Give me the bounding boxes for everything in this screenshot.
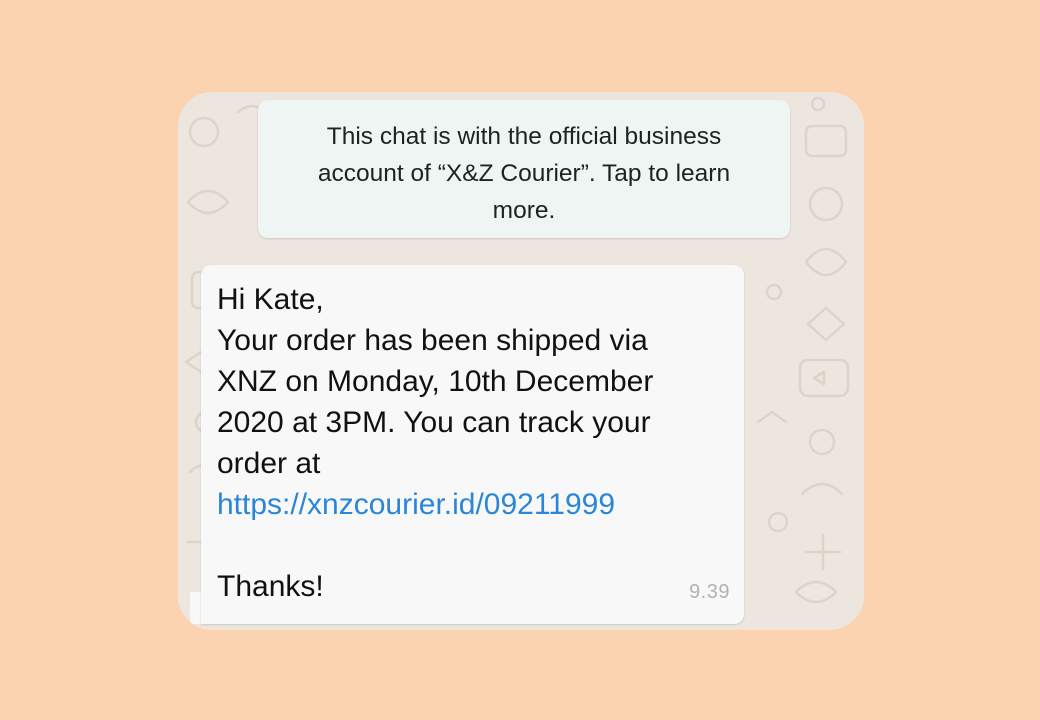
message-body-line: XNZ on Monday, 10th December xyxy=(217,365,654,398)
message-body-line: order at xyxy=(217,447,321,480)
message-greeting: Hi Kate, xyxy=(217,283,324,316)
message-timestamp: 9.39 xyxy=(689,581,730,603)
message-body-line: 2020 at 3PM. You can track your xyxy=(217,406,651,439)
chat-panel: This chat is with the official business … xyxy=(178,92,864,630)
tracking-link[interactable]: https://xnzcourier.id/09211999 xyxy=(217,488,615,521)
message-body-line: Your order has been shipped via xyxy=(217,324,648,357)
message-closing: Thanks! xyxy=(217,570,324,603)
business-account-notice[interactable]: This chat is with the official business … xyxy=(258,100,790,238)
incoming-message-bubble: Hi Kate, Your order has been shipped via… xyxy=(201,265,744,624)
business-notice-text: This chat is with the official business … xyxy=(317,123,731,224)
